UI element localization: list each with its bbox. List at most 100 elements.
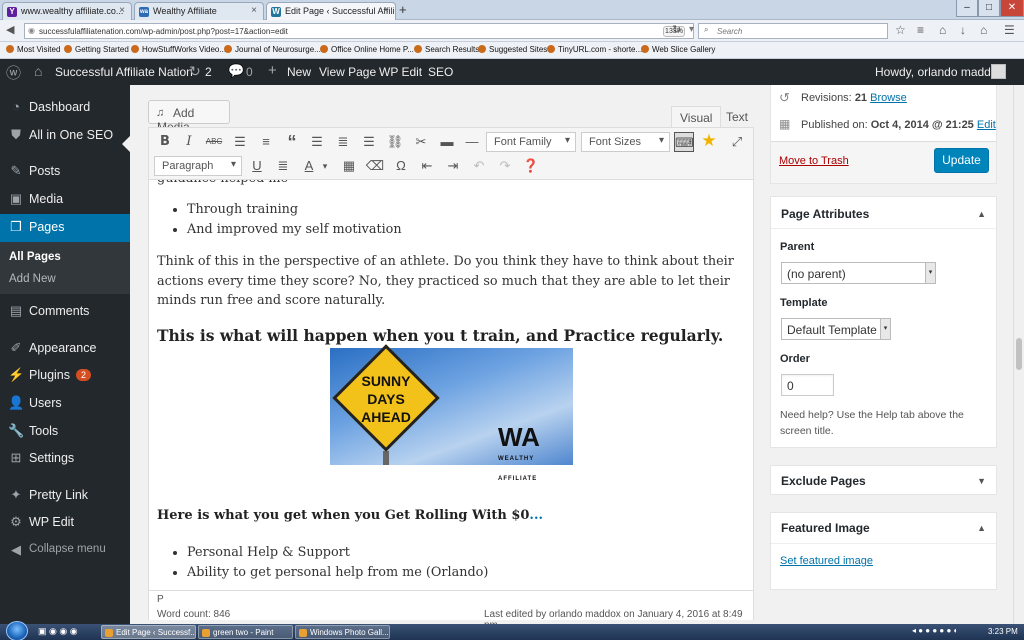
set-featured-image-link[interactable]: Set featured image: [780, 555, 873, 567]
howdy-user[interactable]: Howdy, orlando maddox: [875, 65, 1004, 79]
sidebar-item-posts[interactable]: ✎ Posts: [0, 159, 130, 185]
bookmark-item[interactable]: HowStuffWorks Video...: [131, 45, 226, 54]
fullscreen-icon[interactable]: ⤢: [727, 132, 747, 152]
taskbar-clock[interactable]: 3:23 PM: [988, 627, 1018, 636]
italic-icon[interactable]: I: [179, 132, 199, 152]
quicklaunch-icon[interactable]: ▣ ◉ ◉ ◉: [38, 626, 78, 637]
avatar[interactable]: [991, 64, 1006, 79]
format-select[interactable]: Paragraph: [154, 156, 242, 176]
horizontal-line-icon[interactable]: —: [462, 132, 482, 152]
template-select[interactable]: Default Template ▾: [781, 318, 891, 340]
bookmark-item[interactable]: Search Results: [414, 45, 479, 54]
seo-link[interactable]: SEO: [428, 65, 453, 79]
collapse-up-icon[interactable]: ▲: [977, 209, 986, 219]
home-icon[interactable]: ⌂: [34, 63, 42, 79]
submenu-add-new[interactable]: Add New: [9, 273, 56, 285]
sidebar-item-tools[interactable]: 🔧 Tools: [0, 419, 130, 445]
bookmark-star-icon[interactable]: ☆: [895, 23, 906, 37]
collapse-up-icon[interactable]: ▲: [977, 523, 986, 533]
comment-icon[interactable]: 💬: [228, 63, 244, 79]
menu-icon[interactable]: ☰: [1004, 23, 1015, 37]
reload-icon[interactable]: ↻: [672, 23, 681, 36]
align-right-icon[interactable]: ☰: [359, 132, 379, 152]
close-window-button[interactable]: ✕: [1000, 0, 1024, 17]
font-family-select[interactable]: Font Family: [486, 132, 576, 152]
taskbar-task[interactable]: green two - Paint: [198, 625, 293, 639]
blockquote-icon[interactable]: “: [282, 132, 302, 152]
browser-tab-2[interactable]: wa Wealthy Affiliate ×: [134, 2, 264, 20]
sidebar-item-plugins[interactable]: ⚡ Plugins 2: [0, 363, 130, 389]
unlink-icon[interactable]: ✂: [411, 132, 431, 152]
sidebar-item-wp-edit[interactable]: ⚙ WP Edit: [0, 510, 130, 536]
bold-icon[interactable]: B: [155, 132, 175, 152]
parent-select[interactable]: (no parent) ▾: [781, 262, 936, 284]
page-attributes-title[interactable]: Page Attributes: [781, 207, 869, 221]
indent-icon[interactable]: ⇥: [443, 156, 463, 176]
exclude-pages-title[interactable]: Exclude Pages: [781, 474, 866, 488]
text-color-dropdown-icon[interactable]: ▾: [315, 156, 335, 176]
font-sizes-select[interactable]: Font Sizes: [581, 132, 670, 152]
home-icon[interactable]: ⌂: [939, 23, 946, 37]
browser-tab-3[interactable]: W Edit Page ‹ Successful Affili... ×: [266, 2, 396, 20]
sidebar-collapse-menu[interactable]: ◀ Collapse menu: [0, 538, 130, 564]
comments-count[interactable]: 0: [246, 65, 253, 79]
view-page-link[interactable]: View Page: [319, 65, 376, 79]
sidebar-item-comments[interactable]: ▤ Comments: [0, 299, 130, 325]
editor-content[interactable]: guidance helped me Through training And …: [149, 180, 753, 590]
sidebar-item-media[interactable]: ▣ Media: [0, 187, 130, 213]
submenu-all-pages[interactable]: All Pages: [9, 251, 61, 263]
bookmark-item[interactable]: Suggested Sites: [478, 45, 547, 54]
sidebar-item-dashboard[interactable]: ◔ Dashboard: [0, 95, 130, 121]
outdent-icon[interactable]: ⇤: [417, 156, 437, 176]
featured-image-title[interactable]: Featured Image: [781, 521, 870, 535]
maximize-button[interactable]: □: [978, 0, 1000, 17]
search-input[interactable]: ⌕ Search: [698, 23, 888, 39]
order-input[interactable]: 0: [781, 374, 834, 396]
scrollbar-thumb[interactable]: [1016, 338, 1022, 370]
tab-visual[interactable]: Visual: [671, 106, 722, 128]
move-to-trash-link[interactable]: Move to Trash: [779, 155, 849, 167]
system-tray-icons[interactable]: ◂ ● ● ● ● ● ◐: [912, 626, 958, 635]
minimize-button[interactable]: –: [956, 0, 978, 17]
tab-text[interactable]: Text: [718, 106, 756, 128]
back-icon[interactable]: ◀: [6, 23, 14, 36]
bookmark-item[interactable]: Journal of Neurosurge...: [224, 45, 321, 54]
bookmark-item[interactable]: Getting Started: [64, 45, 129, 54]
underline-icon[interactable]: U: [247, 156, 267, 176]
keyboard-icon[interactable]: ⌨: [674, 132, 694, 152]
bullet-list-icon[interactable]: ☰: [230, 132, 250, 152]
strikethrough-icon[interactable]: ABC: [204, 132, 224, 152]
clear-formatting-icon[interactable]: ⌫: [365, 156, 385, 176]
star-icon[interactable]: ★: [699, 131, 719, 151]
browse-revisions-link[interactable]: Browse: [870, 92, 907, 104]
sidebar-item-pretty-link[interactable]: ✦ Pretty Link: [0, 483, 130, 509]
sidebar-item-all-in-one-seo[interactable]: ⛊ All in One SEO: [0, 123, 130, 149]
close-tab-icon[interactable]: ×: [251, 5, 257, 16]
redo-icon[interactable]: ↷: [495, 156, 515, 176]
plus-icon[interactable]: +: [268, 62, 277, 79]
sidebar-item-pages[interactable]: ❐ Pages: [0, 214, 130, 242]
justify-icon[interactable]: ≣: [273, 156, 293, 176]
edit-date-link[interactable]: Edit: [977, 119, 996, 131]
link-icon[interactable]: ⛓: [385, 132, 405, 152]
wp-edit-link[interactable]: WP Edit: [379, 65, 422, 79]
updates-icon[interactable]: ↻: [189, 63, 201, 80]
windows-start-icon[interactable]: [6, 621, 28, 640]
home-page-icon[interactable]: ⌂: [980, 23, 987, 37]
align-center-icon[interactable]: ≣: [333, 132, 353, 152]
subheading-link[interactable]: ...: [529, 508, 543, 523]
taskbar-task[interactable]: Windows Photo Gall...: [295, 625, 390, 639]
page-scrollbar[interactable]: [1013, 85, 1024, 625]
bookmark-item[interactable]: Office Online Home P...: [320, 45, 414, 54]
sidebar-item-users[interactable]: 👤 Users: [0, 391, 130, 417]
undo-icon[interactable]: ↶: [469, 156, 489, 176]
dropdown-arrow-icon[interactable]: ▾: [689, 24, 694, 35]
align-left-icon[interactable]: ☰: [307, 132, 327, 152]
sunny-days-ahead-image[interactable]: SUNNY DAYS AHEAD WA WEALTHY AFFILIATE: [330, 344, 573, 482]
bookmark-item[interactable]: Most Visited: [6, 45, 60, 54]
download-icon[interactable]: ↓: [960, 23, 966, 37]
new-tab-button[interactable]: +: [399, 2, 407, 17]
sidebar-item-appearance[interactable]: ✐ Appearance: [0, 336, 130, 362]
update-button[interactable]: Update: [934, 148, 989, 173]
add-media-button[interactable]: ♫ Add Media: [148, 100, 230, 134]
